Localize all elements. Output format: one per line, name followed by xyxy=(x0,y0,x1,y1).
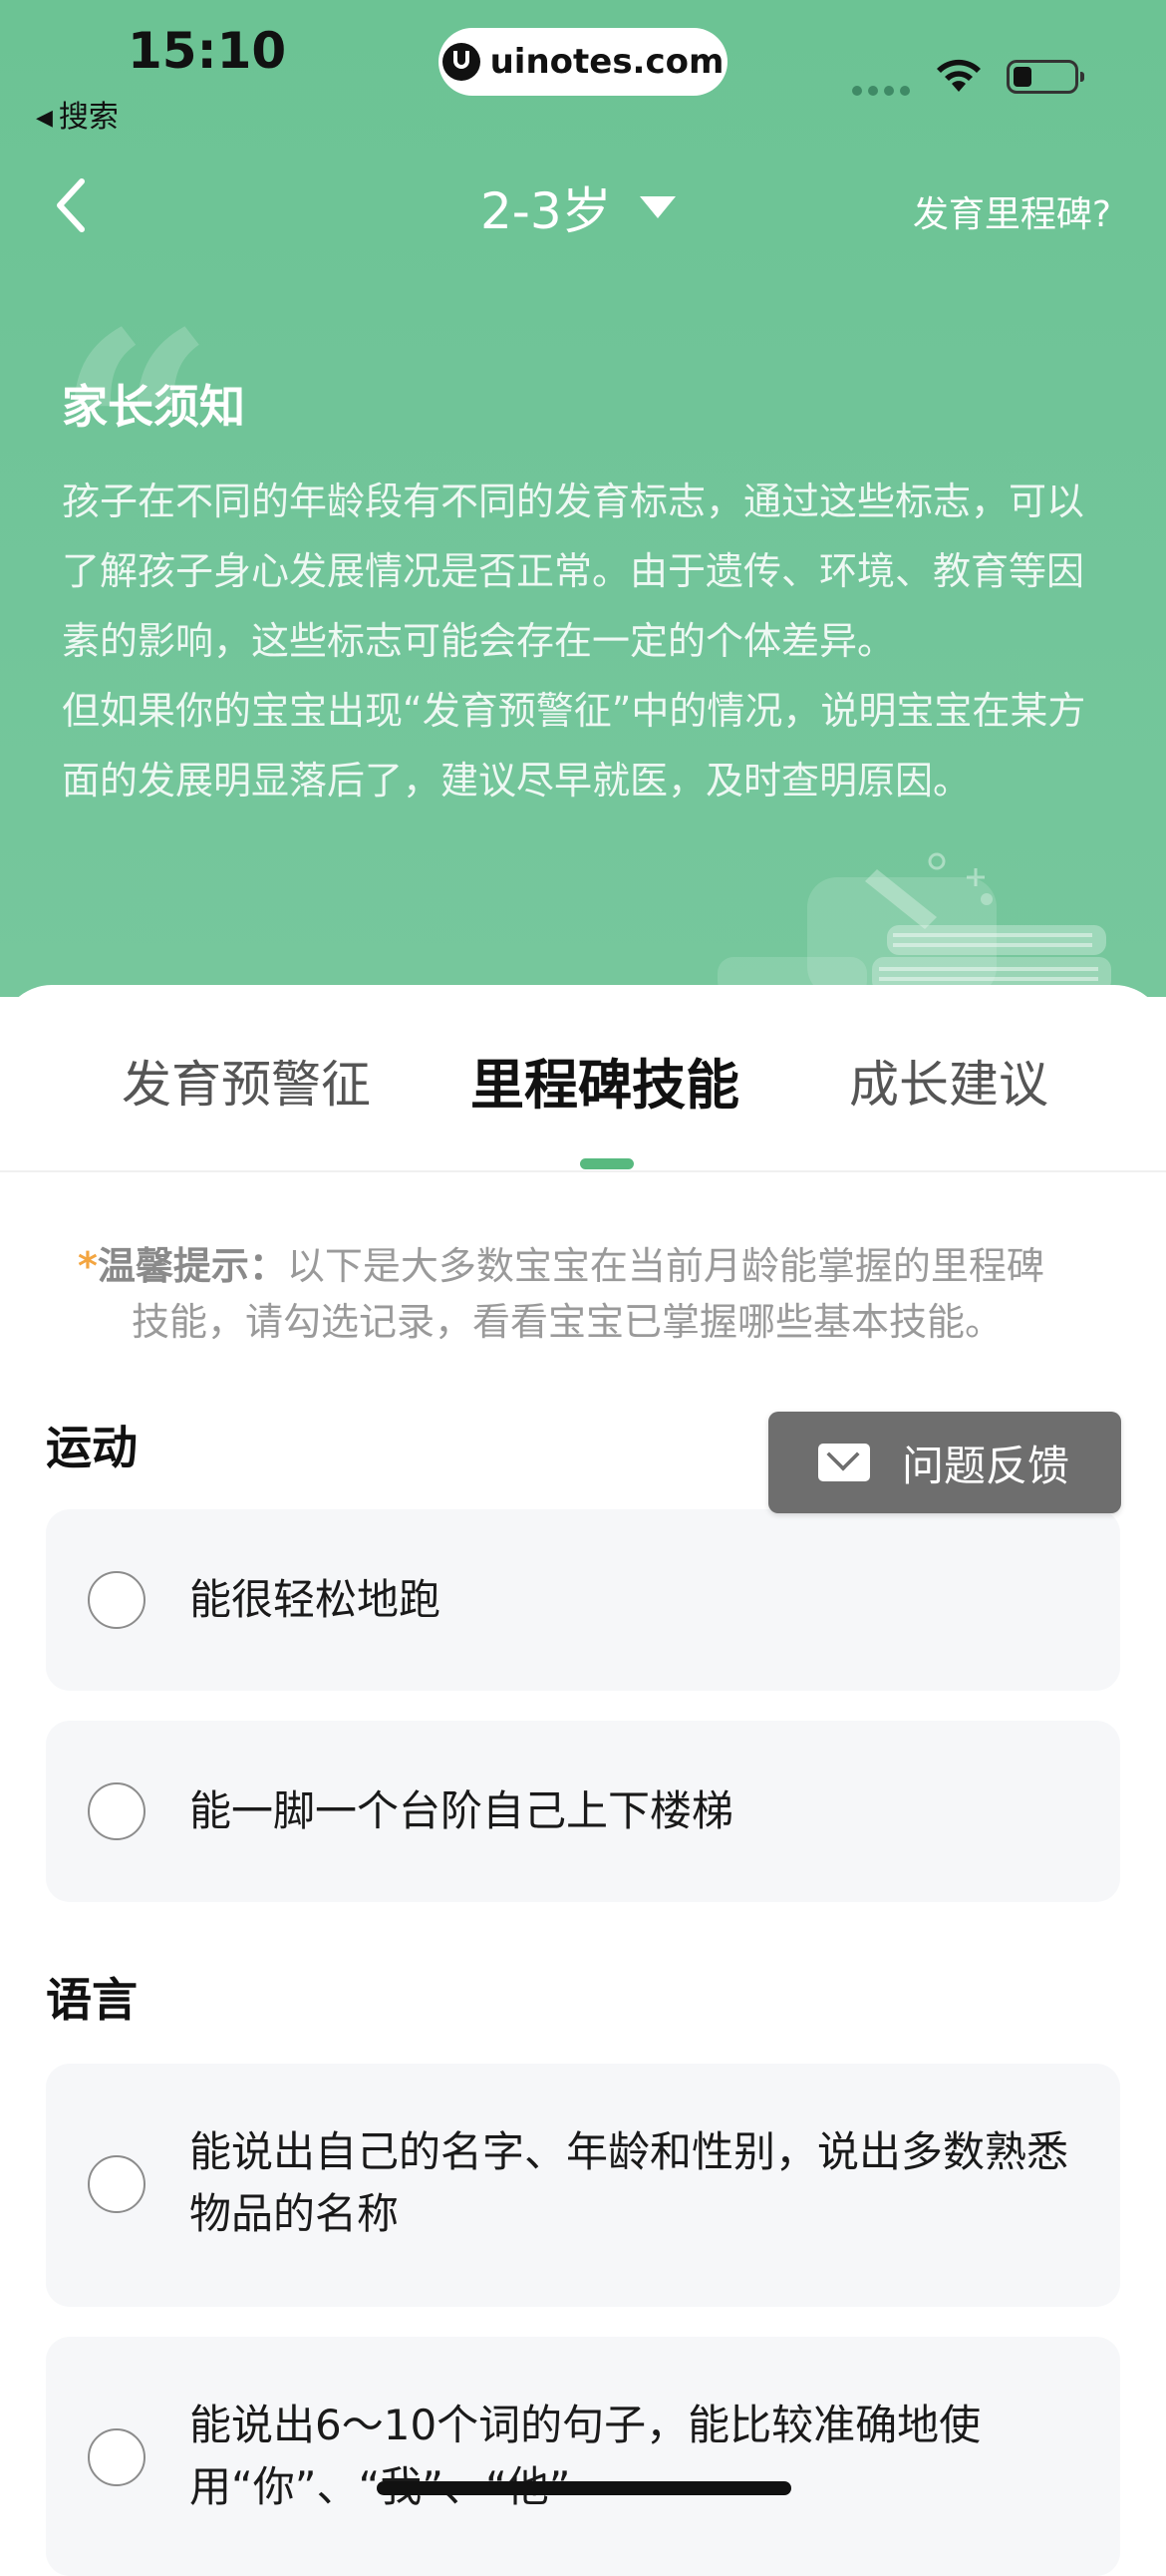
active-tab-indicator xyxy=(580,1158,634,1169)
notice-paragraph: 但如果你的宝宝出现“发育预警征”中的情况，说明宝宝在某方面的发展明显落后了，建议… xyxy=(62,689,1086,803)
milestone-label: 能说出6～10个词的句子，能比较准确地使用“你”、“我”、“他” xyxy=(189,2401,982,2511)
notice-title: 家长须知 xyxy=(62,380,245,434)
tab-growth-advice[interactable]: 成长建议 xyxy=(849,1045,1048,1117)
content-sheet: 发育预警征 里程碑技能 成长建议 *温馨提示：以下是大多数宝宝在当前月龄能掌握的… xyxy=(0,985,1166,2576)
tab-bar: 发育预警征 里程碑技能 成长建议 xyxy=(0,985,1166,1172)
cellular-signal-icon xyxy=(852,86,910,96)
tip-text: *温馨提示：以下是大多数宝宝在当前月龄能掌握的里程碑 技能，请勾选记录，看看宝宝… xyxy=(78,1238,1094,1350)
milestone-help-link[interactable]: 发育里程碑? xyxy=(913,185,1111,237)
notice-body: 孩子在不同的年龄段有不同的发育标志，通过这些标志，可以了解孩子身心发展情况是否正… xyxy=(62,467,1108,815)
tip-line: 技能，请勾选记录，看看宝宝已掌握哪些基本技能。 xyxy=(132,1300,1004,1344)
url-pill: uinotes.com xyxy=(438,28,728,96)
tab-milestone-skills[interactable]: 里程碑技能 xyxy=(470,1041,739,1120)
back-arrow-icon[interactable] xyxy=(46,175,106,235)
home-indicator[interactable] xyxy=(377,2481,791,2495)
back-to-app-link[interactable]: ◀ 搜索 xyxy=(36,92,119,136)
age-selector-label: 2-3岁 xyxy=(480,182,612,240)
back-triangle-icon: ◀ xyxy=(36,106,53,131)
books-illustration xyxy=(718,852,1111,997)
back-app-label: 搜索 xyxy=(58,100,119,135)
section-title-motor: 运动 xyxy=(46,1421,138,1474)
checkbox-circle[interactable] xyxy=(88,1782,146,1840)
feedback-button[interactable]: 问题反馈 xyxy=(768,1412,1121,1513)
url-text: uinotes.com xyxy=(489,42,725,82)
checkbox-circle[interactable] xyxy=(88,1571,146,1629)
feedback-label: 问题反馈 xyxy=(902,1441,1070,1490)
milestone-label: 能一脚一个台阶自己上下楼梯 xyxy=(189,1786,734,1835)
tip-line: 以下是大多数宝宝在当前月龄能掌握的里程碑 xyxy=(286,1244,1044,1288)
age-selector[interactable]: 2-3岁 xyxy=(480,171,676,243)
mail-icon xyxy=(818,1444,870,1481)
section-title-language: 语言 xyxy=(46,1973,138,2027)
tab-warning-signs[interactable]: 发育预警征 xyxy=(122,1045,371,1117)
battery-icon xyxy=(1007,60,1084,94)
checkbox-circle[interactable] xyxy=(88,2155,146,2213)
status-time: 15:10 xyxy=(128,22,287,80)
milestone-label: 能说出自己的名字、年龄和性别，说出多数熟悉物品的名称 xyxy=(189,2127,1069,2238)
tip-label: 温馨提示： xyxy=(97,1244,287,1288)
milestone-item[interactable]: 能很轻松地跑 xyxy=(46,1509,1120,1691)
notice-paragraph: 孩子在不同的年龄段有不同的发育标志，通过这些标志，可以了解孩子身心发展情况是否正… xyxy=(62,480,1085,663)
site-logo-icon xyxy=(441,43,480,81)
wifi-icon xyxy=(937,59,981,92)
milestone-item[interactable]: 能一脚一个台阶自己上下楼梯 xyxy=(46,1721,1120,1902)
tip-star: * xyxy=(78,1244,98,1288)
milestone-label: 能很轻松地跑 xyxy=(189,1575,441,1624)
checkbox-circle[interactable] xyxy=(88,2428,146,2486)
milestone-item[interactable]: 能说出6～10个词的句子，能比较准确地使用“你”、“我”、“他” xyxy=(46,2337,1120,2576)
milestone-item[interactable]: 能说出自己的名字、年龄和性别，说出多数熟悉物品的名称 xyxy=(46,2064,1120,2307)
caret-down-icon xyxy=(639,196,676,218)
